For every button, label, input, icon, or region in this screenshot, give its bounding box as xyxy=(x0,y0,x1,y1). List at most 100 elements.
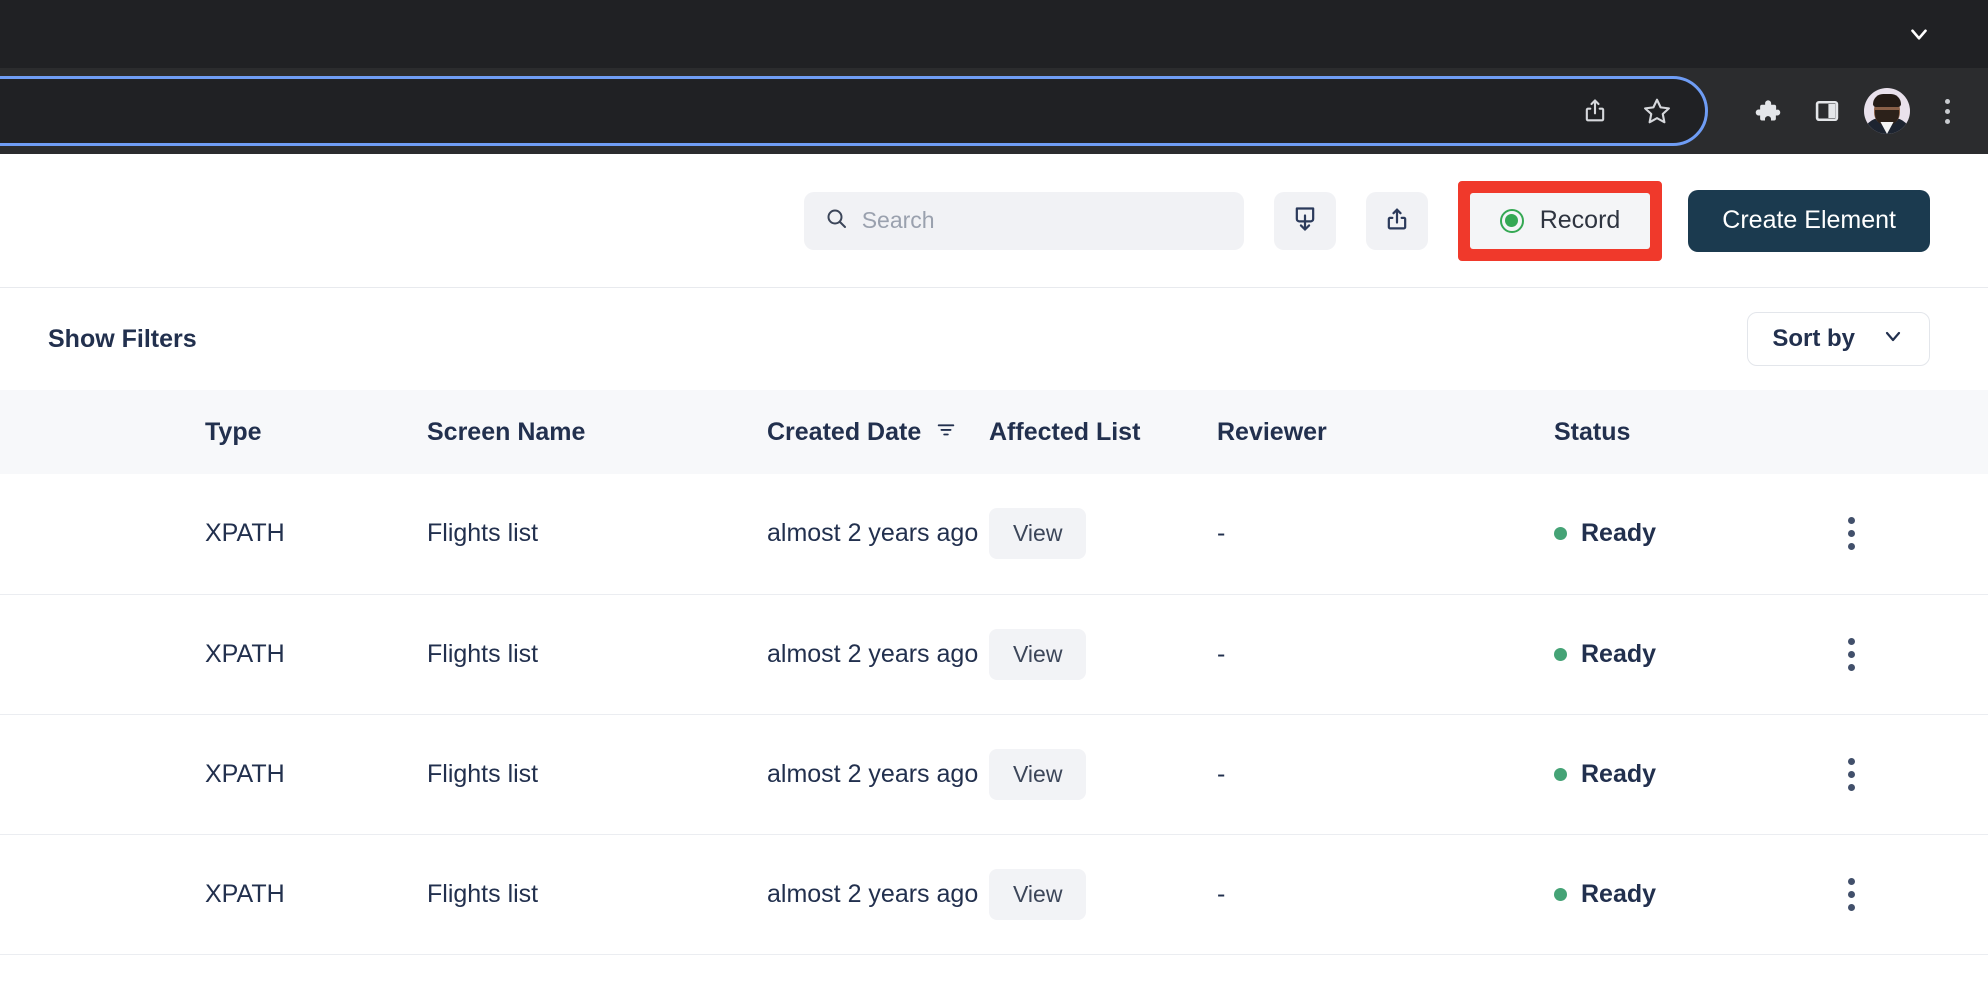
column-label-affected-list: Affected List xyxy=(989,417,1141,446)
kebab-menu-icon[interactable] xyxy=(1834,637,1868,671)
cell-status: Ready xyxy=(1554,714,1834,834)
column-label-type: Type xyxy=(205,417,262,446)
column-header-created-date[interactable]: Created Date xyxy=(767,390,989,474)
table-row[interactable]: XPATH Flights list almost 2 years ago View -… xyxy=(0,834,1988,954)
column-header-type[interactable]: Type xyxy=(205,390,427,474)
kebab-menu-icon[interactable] xyxy=(1834,517,1868,551)
cell-type: XPATH xyxy=(205,879,285,908)
cell-type: XPATH xyxy=(205,519,285,548)
cell-screen-name: Flights list xyxy=(427,759,539,788)
sort-by-dropdown[interactable]: Sort by xyxy=(1747,312,1930,366)
column-label-reviewer: Reviewer xyxy=(1217,417,1327,446)
column-header-select xyxy=(0,390,205,474)
cell-status: Ready xyxy=(1554,834,1834,954)
cell-type: XPATH xyxy=(205,639,285,668)
table-header-row: Type Screen Name Created Date Affected L… xyxy=(0,390,1988,474)
side-panel-icon[interactable] xyxy=(1804,88,1850,134)
cell-screen-name: Flights list xyxy=(427,879,539,908)
status-dot-icon xyxy=(1554,887,1567,901)
cell-screen-name: Flights list xyxy=(427,519,539,548)
address-bar[interactable] xyxy=(0,76,1708,146)
cell-reviewer: - xyxy=(1217,474,1554,594)
show-filters-toggle[interactable]: Show Filters xyxy=(48,325,197,354)
column-header-status[interactable]: Status xyxy=(1554,390,1834,474)
download-icon xyxy=(1291,205,1319,236)
extensions-puzzle-icon[interactable] xyxy=(1744,88,1790,134)
table-row[interactable]: XPATH Flights list almost 2 years ago View -… xyxy=(0,474,1988,594)
share-icon[interactable] xyxy=(1573,89,1617,133)
sort-by-label: Sort by xyxy=(1772,325,1855,352)
cell-created-date: almost 2 years ago xyxy=(767,759,979,788)
status-label: Ready xyxy=(1581,759,1657,788)
view-button[interactable]: View xyxy=(989,868,1087,920)
elements-table: Type Screen Name Created Date Affected L… xyxy=(0,390,1988,955)
export-button[interactable] xyxy=(1365,191,1428,250)
table-body: XPATH Flights list almost 2 years ago View -… xyxy=(0,474,1988,954)
search-icon xyxy=(824,206,848,235)
cell-reviewer: - xyxy=(1217,714,1554,834)
column-header-affected-list[interactable]: Affected List xyxy=(989,390,1217,474)
table-header: Type Screen Name Created Date Affected L… xyxy=(0,390,1988,474)
table-row[interactable]: XPATH Flights list almost 2 years ago View -… xyxy=(0,714,1988,834)
bookmark-star-icon[interactable] xyxy=(1635,89,1679,133)
record-button-label: Record xyxy=(1539,206,1621,234)
row-select-cell xyxy=(0,594,205,714)
search-box[interactable] xyxy=(803,191,1244,250)
status-label: Ready xyxy=(1581,879,1657,908)
cell-screen-name: Flights list xyxy=(427,639,539,668)
browser-toolbar-actions xyxy=(1744,68,1970,154)
create-element-button[interactable]: Create Element xyxy=(1688,189,1930,252)
kebab-menu-icon[interactable] xyxy=(1834,877,1868,911)
record-circle-icon xyxy=(1499,208,1524,233)
column-label-status: Status xyxy=(1554,417,1631,446)
page-content: Record Create Element Show Filters Sort … xyxy=(0,154,1988,955)
cell-row-menu xyxy=(1834,834,1988,954)
table-row[interactable]: XPATH Flights list almost 2 years ago View -… xyxy=(0,594,1988,714)
profile-avatar[interactable] xyxy=(1864,88,1910,134)
status-dot-icon xyxy=(1554,527,1567,541)
status-badge: Ready xyxy=(1554,880,1834,909)
browser-chrome xyxy=(0,0,1988,154)
status-badge: Ready xyxy=(1554,640,1834,669)
column-header-screen-name[interactable]: Screen Name xyxy=(427,390,767,474)
app-header-toolbar: Record Create Element xyxy=(0,154,1988,288)
column-header-menu xyxy=(1834,390,1988,474)
column-header-reviewer[interactable]: Reviewer xyxy=(1217,390,1554,474)
record-button-highlight: Record xyxy=(1457,180,1663,261)
sort-filter-icon[interactable] xyxy=(935,418,957,447)
cell-affected-list: View xyxy=(989,594,1217,714)
cell-created-date: almost 2 years ago xyxy=(767,519,979,548)
cell-row-menu xyxy=(1834,474,1988,594)
import-button[interactable] xyxy=(1273,191,1336,250)
status-label: Ready xyxy=(1581,639,1657,668)
status-label: Ready xyxy=(1581,519,1657,548)
cell-status: Ready xyxy=(1554,594,1834,714)
chevron-down-icon[interactable] xyxy=(1902,17,1936,51)
cell-status: Ready xyxy=(1554,474,1834,594)
cell-affected-list: View xyxy=(989,474,1217,594)
cell-type: XPATH xyxy=(205,759,285,788)
reviewer-value: - xyxy=(1217,639,1226,668)
reviewer-value: - xyxy=(1217,759,1226,788)
cell-reviewer: - xyxy=(1217,834,1554,954)
reviewer-value: - xyxy=(1217,879,1226,908)
row-select-cell xyxy=(0,714,205,834)
view-button[interactable]: View xyxy=(989,508,1087,560)
row-select-cell xyxy=(0,834,205,954)
view-button[interactable]: View xyxy=(989,628,1087,680)
reviewer-value: - xyxy=(1217,519,1226,548)
search-input[interactable] xyxy=(861,207,1224,234)
view-button[interactable]: View xyxy=(989,748,1087,800)
browser-tabstrip xyxy=(0,0,1988,68)
cell-created-date: almost 2 years ago xyxy=(767,639,979,668)
row-select-cell xyxy=(0,474,205,594)
cell-created-date: almost 2 years ago xyxy=(767,879,979,908)
browser-toolbar xyxy=(0,68,1988,154)
browser-menu-icon[interactable] xyxy=(1924,88,1970,134)
cell-affected-list: View xyxy=(989,714,1217,834)
cell-affected-list: View xyxy=(989,834,1217,954)
upload-share-icon xyxy=(1383,205,1411,236)
record-button[interactable]: Record xyxy=(1469,192,1651,249)
kebab-menu-icon[interactable] xyxy=(1834,757,1868,791)
filters-bar: Show Filters Sort by xyxy=(0,288,1988,390)
